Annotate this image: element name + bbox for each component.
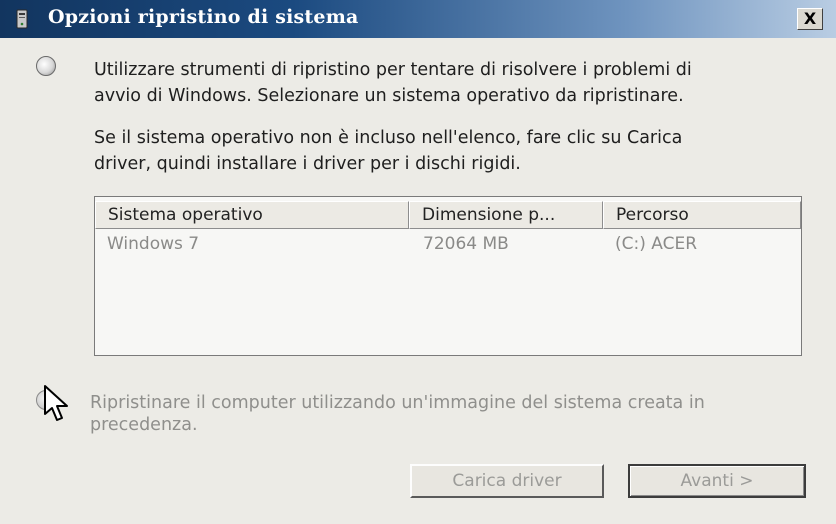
computer-tower-icon xyxy=(16,9,28,29)
option-recovery-tools-text-line1: Utilizzare strumenti di ripristino per t… xyxy=(94,60,692,80)
table-row[interactable]: Windows 7 72064 MB (C:) ACER xyxy=(95,231,801,257)
window-title: Opzioni ripristino di sistema xyxy=(48,6,359,28)
title-bar[interactable]: Opzioni ripristino di sistema X xyxy=(0,0,836,38)
os-path-cell: (C:) ACER xyxy=(615,234,698,254)
close-icon: X xyxy=(803,9,817,28)
os-name-cell: Windows 7 xyxy=(107,234,200,254)
load-driver-button[interactable]: Carica driver xyxy=(410,464,604,498)
mouse-pointer-icon xyxy=(44,385,68,421)
system-recovery-options-dialog: Opzioni ripristino di sistema X Utilizza… xyxy=(0,0,836,524)
load-driver-info-line2: driver, quindi installare i driver per i… xyxy=(94,154,521,174)
close-button[interactable]: X xyxy=(797,8,823,30)
list-header: Sistema operativo Dimensione p... Percor… xyxy=(95,201,801,229)
option-system-image-text-line2: precedenza. xyxy=(90,415,198,435)
column-header-path[interactable]: Percorso xyxy=(603,201,801,229)
os-size-cell: 72064 MB xyxy=(423,234,509,254)
option-system-image-text-line1: Ripristinare il computer utilizzando un'… xyxy=(90,393,705,413)
load-driver-info-line1: Se il sistema operativo non è incluso ne… xyxy=(94,128,683,148)
column-header-operating-system[interactable]: Sistema operativo xyxy=(95,201,409,229)
operating-system-list[interactable]: Sistema operativo Dimensione p... Percor… xyxy=(94,196,802,356)
option-recovery-tools-text-line2: avvio di Windows. Selezionare un sistema… xyxy=(94,86,684,106)
next-button[interactable]: Avanti > xyxy=(628,464,806,498)
radio-use-recovery-tools[interactable] xyxy=(36,56,56,76)
column-header-size[interactable]: Dimensione p... xyxy=(409,201,603,229)
